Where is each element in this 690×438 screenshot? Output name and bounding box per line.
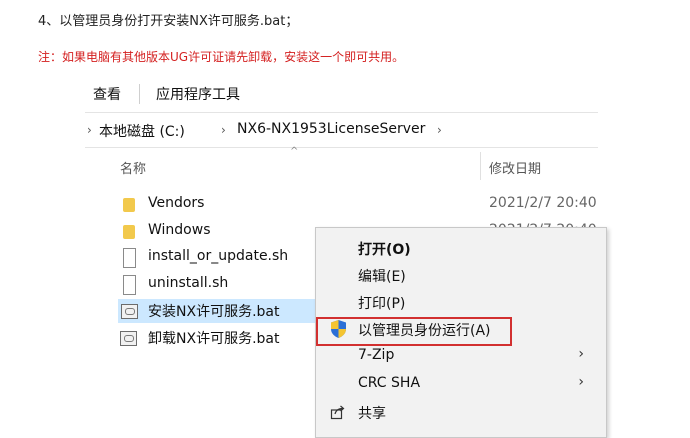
- highlight-box: [316, 317, 512, 346]
- share-icon: [330, 405, 345, 420]
- column-header-modified[interactable]: 修改日期: [489, 158, 541, 177]
- menu-item-7zip[interactable]: 7-Zip ›: [316, 343, 606, 369]
- menu-item-crc-sha[interactable]: CRC SHA ›: [316, 371, 606, 397]
- file-date: 2021/2/7 20:40: [489, 195, 597, 211]
- breadcrumb-folder[interactable]: NX6-NX1953LicenseServer: [237, 121, 425, 137]
- file-name: uninstall.sh: [148, 275, 229, 291]
- file-row-uninstall-sh[interactable]: uninstall.sh: [120, 273, 320, 297]
- column-header-name[interactable]: 名称: [120, 158, 146, 177]
- file-row-install-bat[interactable]: 安装NX许可服务.bat: [118, 299, 315, 323]
- context-menu: 打开(O) 编辑(E) 打印(P) 以管理员身份运行(A) 7-Zip › CR…: [315, 227, 607, 438]
- chevron-right-icon: ›: [437, 123, 442, 137]
- sort-ascending-icon: ^: [290, 146, 299, 157]
- ribbon-tabs: 查看 应用程序工具: [85, 76, 598, 110]
- menu-item-open[interactable]: 打开(O): [316, 235, 606, 261]
- note-warning: 注：如果电脑有其他版本UG许可证请先卸载，安装这一个即可共用。: [38, 50, 405, 64]
- file-icon: [123, 275, 136, 295]
- file-name: 卸载NX许可服务.bat: [148, 331, 280, 347]
- chevron-right-icon: ›: [578, 346, 584, 362]
- chevron-right-icon: ›: [578, 374, 584, 390]
- menu-item-print[interactable]: 打印(P): [316, 289, 606, 315]
- file-row-windows[interactable]: Windows: [120, 220, 320, 244]
- batch-file-icon: [121, 304, 138, 319]
- tab-app-tools[interactable]: 应用程序工具: [156, 84, 240, 104]
- column-divider[interactable]: [480, 152, 481, 180]
- menu-item-share[interactable]: 共享: [316, 399, 606, 425]
- tab-divider: [139, 84, 140, 104]
- file-name: 安装NX许可服务.bat: [148, 304, 280, 320]
- file-row-vendors[interactable]: Vendors: [120, 193, 320, 217]
- file-name: Vendors: [148, 195, 205, 211]
- menu-item-edit[interactable]: 编辑(E): [316, 262, 606, 288]
- step-instruction: 4、以管理员身份打开安装NX许可服务.bat；: [38, 14, 299, 29]
- chevron-right-icon: ›: [221, 123, 226, 137]
- folder-icon: [123, 225, 135, 239]
- chevron-right-icon: ›: [87, 123, 92, 137]
- breadcrumb-local-disk[interactable]: 本地磁盘 (C:): [99, 121, 185, 141]
- file-icon: [123, 248, 136, 268]
- folder-icon: [123, 198, 135, 212]
- tab-view[interactable]: 查看: [93, 84, 121, 104]
- file-row-uninstall-bat[interactable]: 卸载NX许可服务.bat: [120, 326, 320, 350]
- file-name: install_or_update.sh: [148, 248, 289, 264]
- file-row-install-sh[interactable]: install_or_update.sh: [120, 246, 320, 270]
- batch-file-icon: [120, 331, 137, 346]
- address-bar[interactable]: › 本地磁盘 (C:) › NX6-NX1953LicenseServer ›: [85, 112, 598, 148]
- file-name: Windows: [148, 222, 211, 238]
